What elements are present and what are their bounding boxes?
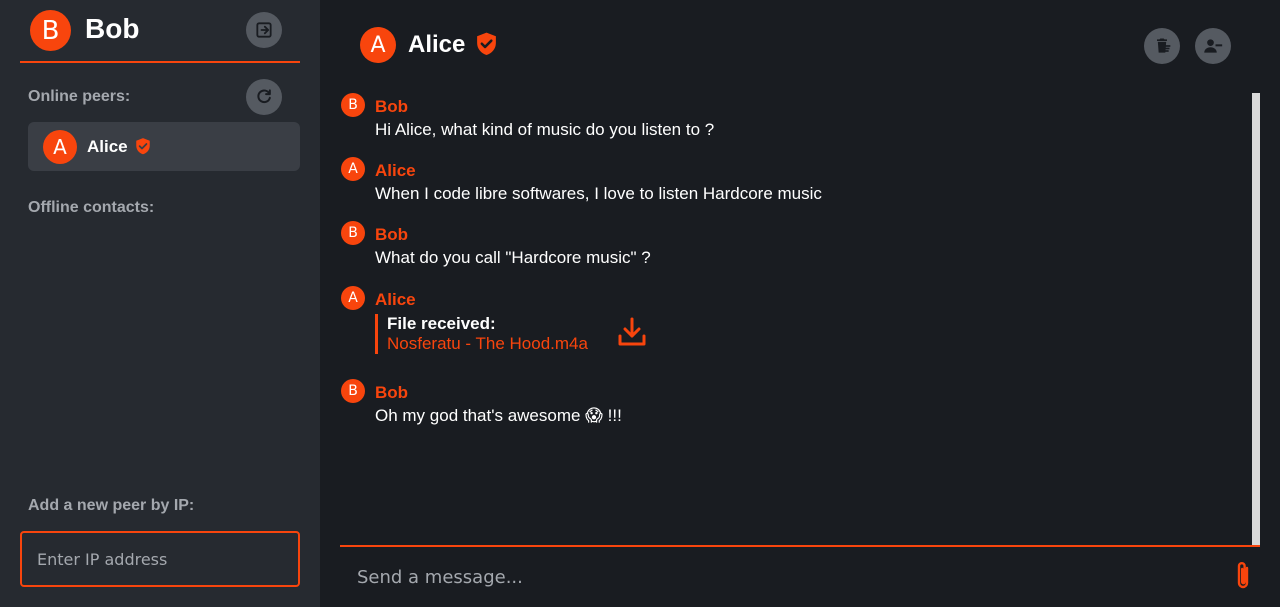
peer-name: Alice bbox=[87, 137, 128, 156]
message-text: Hi Alice, what kind of music do you list… bbox=[375, 120, 715, 139]
message-text: Oh my god that's awesome 😱 !!! bbox=[375, 406, 622, 425]
peer-item-alice[interactable]: A Alice bbox=[28, 122, 300, 171]
message-author: Alice bbox=[375, 161, 416, 180]
message-avatar: B bbox=[341, 379, 365, 403]
message-author: Alice bbox=[375, 290, 416, 309]
logout-icon bbox=[256, 22, 272, 38]
download-icon[interactable] bbox=[617, 316, 647, 348]
online-peers-label: Online peers: bbox=[28, 88, 131, 105]
file-attachment: File received: Nosferatu - The Hood.m4a bbox=[375, 314, 588, 354]
composer-divider bbox=[340, 545, 1260, 547]
clear-history-button[interactable] bbox=[1144, 28, 1180, 64]
message-text: What do you call "Hardcore music" ? bbox=[375, 248, 651, 267]
chat-panel: A Alice B Bob Hi Alice, what kind of mus… bbox=[320, 0, 1280, 607]
message-avatar: B bbox=[341, 221, 365, 245]
logout-button[interactable] bbox=[246, 12, 282, 48]
ip-address-input[interactable] bbox=[20, 531, 300, 587]
message-avatar: B bbox=[341, 93, 365, 117]
my-avatar: B bbox=[30, 10, 71, 51]
peer-avatar: A bbox=[43, 130, 77, 164]
paperclip-icon[interactable] bbox=[1232, 559, 1254, 593]
message-input[interactable] bbox=[340, 552, 1220, 602]
chat-peer-avatar: A bbox=[360, 27, 396, 63]
file-name[interactable]: Nosferatu - The Hood.m4a bbox=[387, 334, 588, 354]
message-author: Bob bbox=[375, 383, 409, 402]
message-avatar: A bbox=[341, 157, 365, 181]
refresh-button[interactable] bbox=[246, 79, 282, 115]
my-name: Bob bbox=[85, 13, 140, 44]
message-author: Bob bbox=[375, 97, 409, 116]
verified-shield-icon bbox=[477, 32, 496, 55]
delete-history-icon bbox=[1157, 38, 1171, 53]
sidebar: B Bob Online peers: A Alice Offline cont… bbox=[0, 0, 320, 607]
chat-peer-name: Alice bbox=[408, 31, 466, 58]
header-divider bbox=[20, 61, 300, 63]
message-author: Bob bbox=[375, 225, 409, 244]
add-peer-label: Add a new peer by IP: bbox=[28, 497, 195, 514]
message-text: When I code libre softwares, I love to l… bbox=[375, 184, 822, 203]
remove-contact-button[interactable] bbox=[1195, 28, 1231, 64]
file-title: File received: bbox=[387, 314, 496, 333]
offline-contacts-label: Offline contacts: bbox=[28, 199, 155, 216]
remove-user-icon bbox=[1204, 39, 1223, 53]
refresh-icon bbox=[257, 89, 271, 104]
message-scrollbar[interactable] bbox=[1252, 93, 1260, 545]
verified-shield-icon bbox=[136, 138, 150, 155]
message-avatar: A bbox=[341, 286, 365, 310]
message-list: B Bob Hi Alice, what kind of music do yo… bbox=[340, 93, 1252, 545]
